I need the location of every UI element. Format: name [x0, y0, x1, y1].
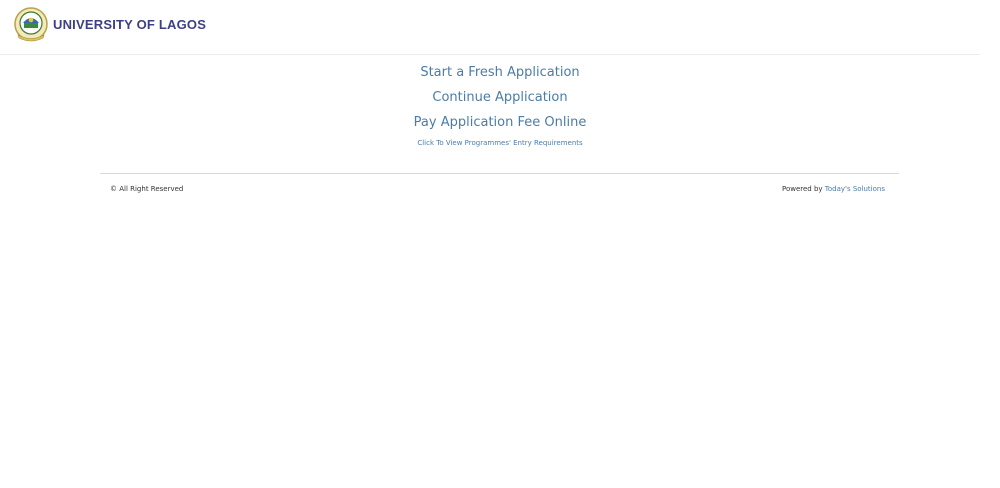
continue-application-link[interactable]: Continue Application [0, 89, 1000, 107]
footer-divider [100, 173, 899, 174]
site-header: UNIVERSITY OF LAGOS [0, 0, 980, 55]
powered-by-link[interactable]: Today's Solutions [825, 185, 885, 193]
copyright-text: © All Right Reserved [110, 185, 184, 193]
start-fresh-application-link[interactable]: Start a Fresh Application [0, 64, 1000, 82]
powered-by: Powered by Today's Solutions [782, 185, 885, 193]
powered-by-label: Powered by [781, 185, 823, 193]
pay-application-fee-link[interactable]: Pay Application Fee Online [0, 114, 1000, 132]
university-name[interactable]: UNIVERSITY OF LAGOS [53, 17, 206, 32]
application-links: Start a Fresh Application Continue Appli… [0, 64, 1000, 147]
entry-requirements-link[interactable]: Click To View Programmes' Entry Requirem… [0, 139, 1000, 147]
university-crest-icon[interactable] [13, 7, 49, 43]
